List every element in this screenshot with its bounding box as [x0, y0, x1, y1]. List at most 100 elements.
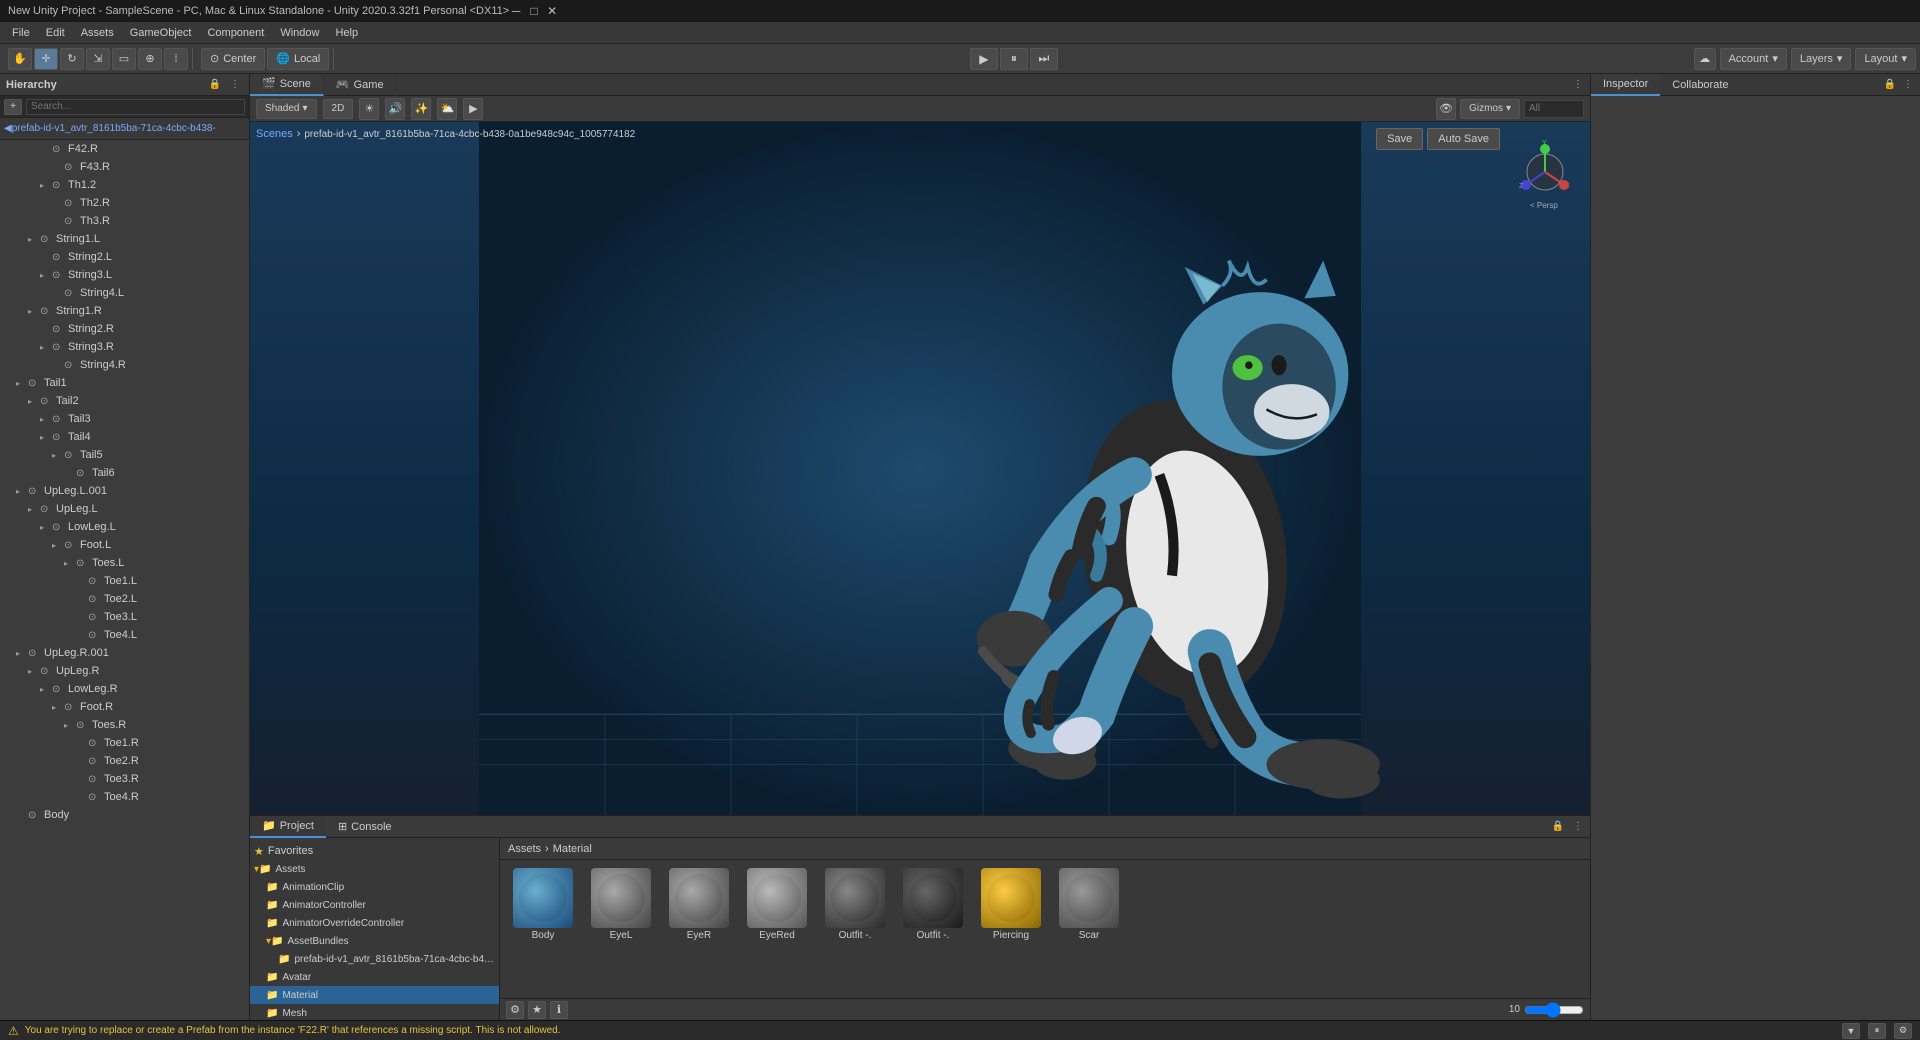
hierarchy-item[interactable]: ⊙Toe3.L — [0, 608, 249, 626]
minimize-button[interactable]: ─ — [509, 4, 523, 18]
cloud-icon-btn[interactable]: ☁ — [1694, 48, 1716, 70]
hierarchy-item[interactable]: ⊙Tail6 — [0, 464, 249, 482]
project-lock-btn[interactable]: 🔒 — [1550, 819, 1566, 835]
hierarchy-item[interactable]: ▸⊙Tail5 — [0, 446, 249, 464]
hierarchy-item[interactable]: ⊙Toe1.R — [0, 734, 249, 752]
folder-item[interactable]: ▾📁AssetBundles — [250, 932, 499, 950]
inspector-lock-btn[interactable]: 🔒 — [1882, 77, 1898, 93]
hierarchy-item[interactable]: ⊙Th2.R — [0, 194, 249, 212]
folder-item[interactable]: 📁AnimatorOverrideController — [250, 914, 499, 932]
hierarchy-add-btn[interactable]: + — [4, 99, 22, 115]
hierarchy-search-input[interactable] — [26, 99, 245, 115]
tool-move[interactable]: ✛ — [34, 48, 58, 70]
hierarchy-item[interactable]: ⊙F43.R — [0, 158, 249, 176]
asset-info-btn[interactable]: ℹ — [550, 1001, 568, 1019]
asset-item[interactable]: EyeR — [664, 868, 734, 941]
hierarchy-item[interactable]: ⊙String2.L — [0, 248, 249, 266]
hierarchy-item[interactable]: ▸⊙LowLeg.L — [0, 518, 249, 536]
menu-file[interactable]: File — [4, 25, 38, 41]
menu-gameobject[interactable]: GameObject — [122, 25, 200, 41]
hierarchy-item[interactable]: ▸⊙String3.L — [0, 266, 249, 284]
hierarchy-item[interactable]: ⊙Toe2.L — [0, 590, 249, 608]
tab-inspector[interactable]: Inspector — [1591, 74, 1660, 96]
tab-scene[interactable]: 🎬 Scene — [250, 74, 324, 96]
zoom-slider[interactable] — [1524, 1003, 1584, 1017]
folder-item[interactable]: 📁Material — [250, 986, 499, 1004]
hierarchy-item[interactable]: ⊙Toe3.R — [0, 770, 249, 788]
folder-item[interactable]: 📁Mesh — [250, 1004, 499, 1020]
back-arrow-icon[interactable]: ◀ — [4, 123, 12, 134]
layout-dropdown[interactable]: Layout — [1855, 48, 1916, 70]
hierarchy-item[interactable]: ⊙Toe2.R — [0, 752, 249, 770]
lighting-btn[interactable]: ☀ — [359, 98, 379, 120]
hierarchy-item[interactable]: ▸⊙Foot.L — [0, 536, 249, 554]
hierarchy-item[interactable]: ▸⊙Toes.R — [0, 716, 249, 734]
hierarchy-item[interactable]: ⊙F42.R — [0, 140, 249, 158]
hierarchy-item[interactable]: ▸⊙Tail3 — [0, 410, 249, 428]
scenes-link[interactable]: Scenes — [256, 128, 293, 140]
hierarchy-item[interactable]: ▸⊙Tail1 — [0, 374, 249, 392]
shading-dropdown[interactable]: Shaded — [256, 99, 317, 119]
asset-item[interactable]: Scar — [1054, 868, 1124, 941]
hierarchy-item[interactable]: ▸⊙UpLeg.R.001 — [0, 644, 249, 662]
asset-star-btn[interactable]: ★ — [528, 1001, 546, 1019]
hierarchy-item[interactable]: ▸⊙UpLeg.R — [0, 662, 249, 680]
play-button[interactable]: ▶ — [970, 48, 998, 70]
tool-rotate[interactable]: ↻ — [60, 48, 84, 70]
pause-button[interactable]: ⏸ — [1000, 48, 1028, 70]
tab-game[interactable]: 🎮 Game — [324, 74, 397, 96]
hierarchy-item[interactable]: ⊙String4.L — [0, 284, 249, 302]
material-crumb[interactable]: Material — [553, 843, 592, 855]
tool-custom[interactable]: ⁞ — [164, 48, 188, 70]
asset-item[interactable]: EyeL — [586, 868, 656, 941]
hierarchy-item[interactable]: ▸⊙Tail2 — [0, 392, 249, 410]
tab-console[interactable]: ⊞ Console — [326, 816, 404, 838]
hide-btn[interactable]: 👁 — [1436, 98, 1456, 120]
step-button[interactable]: ⏭ — [1030, 48, 1058, 70]
menu-edit[interactable]: Edit — [38, 25, 73, 41]
hierarchy-item[interactable]: ▸⊙Toes.L — [0, 554, 249, 572]
hierarchy-menu-btn[interactable]: ⋮ — [227, 77, 243, 93]
menu-component[interactable]: Component — [199, 25, 272, 41]
maximize-button[interactable]: □ — [527, 4, 541, 18]
hierarchy-item[interactable]: ▸⊙Foot.R — [0, 698, 249, 716]
2d-toggle[interactable]: 2D — [323, 99, 354, 119]
hierarchy-item[interactable]: ▸⊙LowLeg.R — [0, 680, 249, 698]
menu-window[interactable]: Window — [272, 25, 327, 41]
collapse-btn[interactable]: ▼ — [1842, 1023, 1860, 1039]
scene-view-menu-btn[interactable]: ⋮ — [1570, 77, 1586, 93]
menu-help[interactable]: Help — [327, 25, 366, 41]
tool-hand[interactable]: ✋ — [8, 48, 32, 70]
account-dropdown[interactable]: Account — [1720, 48, 1787, 70]
hierarchy-item[interactable]: ⊙Toe1.L — [0, 572, 249, 590]
hierarchy-item[interactable]: ⊙Th3.R — [0, 212, 249, 230]
fx-btn[interactable]: ✨ — [411, 98, 431, 120]
folder-item[interactable]: ▾📁Assets — [250, 860, 499, 878]
asset-item[interactable]: Outfit -. — [820, 868, 890, 941]
hierarchy-item[interactable]: ⊙String4.R — [0, 356, 249, 374]
tab-collaborate[interactable]: Collaborate — [1660, 74, 1740, 96]
asset-item[interactable]: Outfit -. — [898, 868, 968, 941]
assets-crumb[interactable]: Assets — [508, 843, 541, 855]
favorites-folder[interactable]: ★ Favorites — [250, 842, 499, 860]
anim-btn[interactable]: ▶ — [463, 98, 483, 120]
pivot-center-btn[interactable]: ⊙ Center — [201, 48, 265, 70]
pivot-local-btn[interactable]: 🌐 Local — [267, 48, 329, 70]
sky-btn[interactable]: ⛅ — [437, 98, 457, 120]
save-button[interactable]: Save — [1376, 128, 1423, 150]
hierarchy-item[interactable]: ▸⊙UpLeg.L — [0, 500, 249, 518]
folder-item[interactable]: 📁Avatar — [250, 968, 499, 986]
project-menu-btn[interactable]: ⋮ — [1570, 819, 1586, 835]
status-settings-btn[interactable]: ⚙ — [1894, 1023, 1912, 1039]
folder-item[interactable]: 📁prefab-id-v1_avtr_8161b5ba-71ca-4cbc-b4… — [250, 950, 499, 968]
folder-item[interactable]: 📁AnimatorController — [250, 896, 499, 914]
hierarchy-item[interactable]: ▸⊙String1.R — [0, 302, 249, 320]
hierarchy-item[interactable]: ▸⊙Th1.2 — [0, 176, 249, 194]
layers-dropdown[interactable]: Layers — [1791, 48, 1852, 70]
tool-universal[interactable]: ⊕ — [138, 48, 162, 70]
hierarchy-item[interactable]: ▸⊙UpLeg.L.001 — [0, 482, 249, 500]
gizmos-dropdown[interactable]: Gizmos — [1460, 99, 1520, 119]
asset-item[interactable]: EyeRed — [742, 868, 812, 941]
tab-project[interactable]: 📁 Project — [250, 816, 326, 838]
menu-assets[interactable]: Assets — [73, 25, 122, 41]
